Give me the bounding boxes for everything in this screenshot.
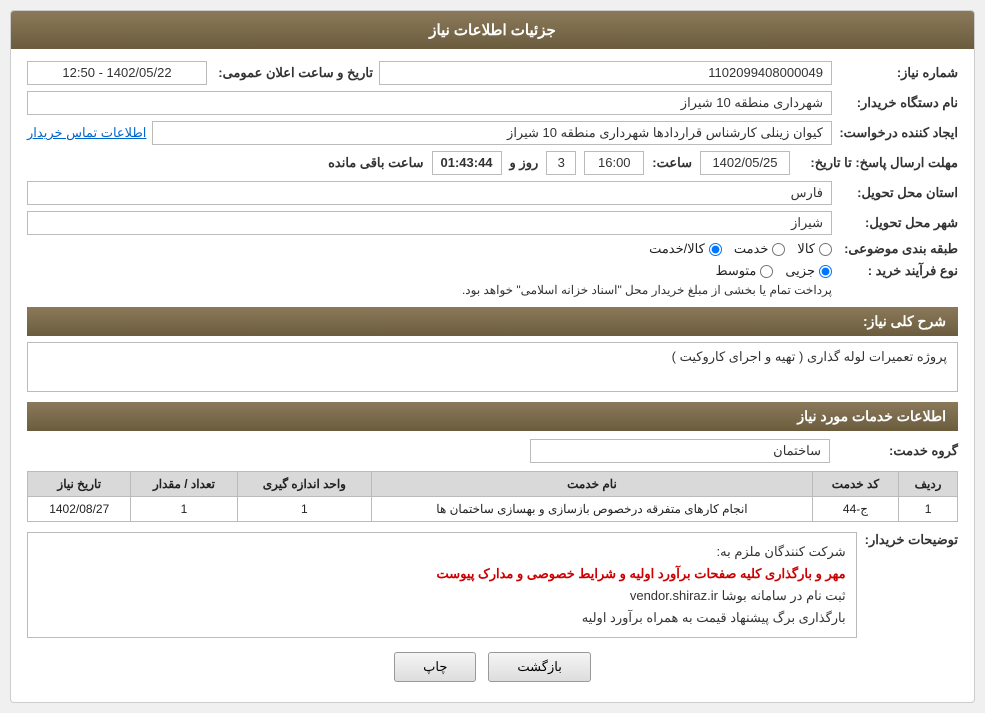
cell-nam: انجام کارهای متفرقه درخصوص بازسازی و بهس… bbox=[372, 497, 813, 522]
ijad-konande-label: ایجاد کننده درخواست: bbox=[838, 125, 958, 141]
ostan-value: فارس bbox=[27, 181, 832, 205]
tozihat-content: شرکت کنندگان ملزم به: مهر و بارگذاری کلی… bbox=[27, 532, 857, 638]
tozihat-label: توضیحات خریدار: bbox=[865, 532, 958, 548]
gorohe-khadamat-label: گروه خدمت: bbox=[838, 443, 958, 459]
mohlat-saat-label: ساعت: bbox=[652, 155, 692, 171]
tarikh-label: تاریخ و ساعت اعلان عمومی: bbox=[213, 65, 373, 81]
radio-jozi[interactable]: جزیی bbox=[785, 263, 832, 279]
col-tarikh: تاریخ نیاز bbox=[28, 472, 131, 497]
farayand-radio-group: جزیی متوسط bbox=[462, 263, 832, 279]
tozihat-line3: ثبت نام در سامانه بوشا vendor.shiraz.ir bbox=[630, 588, 846, 603]
tamas-kharidaar-link[interactable]: اطلاعات تماس خریدار bbox=[27, 125, 146, 141]
mohlat-saat: 16:00 bbox=[584, 151, 644, 175]
bazgasht-button[interactable]: بازگشت bbox=[488, 652, 590, 682]
radio-kala-khadamat[interactable]: کالا/خدمت bbox=[649, 241, 722, 257]
cell-vahed: 1 bbox=[237, 497, 372, 522]
gorohe-khadamat-value: ساختمان bbox=[530, 439, 830, 463]
col-tedad: تعداد / مقدار bbox=[131, 472, 237, 497]
tozihat-line2: مهر و بارگذاری کلیه صفحات برآورد اولیه و… bbox=[437, 566, 846, 581]
shomara-niaz-value: 1102099408000049 bbox=[379, 61, 832, 85]
farayand-note: پرداخت تمام یا بخشی از مبلغ خریدار محل "… bbox=[462, 283, 832, 297]
tabaqe-label: طبقه بندی موضوعی: bbox=[838, 241, 958, 257]
col-vahed: واحد اندازه گیری bbox=[237, 472, 372, 497]
col-kod: کد خدمت bbox=[812, 472, 898, 497]
nam-dastgah-value: شهرداری منطقه 10 شیراز bbox=[27, 91, 832, 115]
tozihat-line1: شرکت کنندگان ملزم به: bbox=[717, 544, 846, 559]
mohlat-roz: 3 bbox=[546, 151, 576, 175]
mohlat-countdown: 01:43:44 bbox=[432, 151, 502, 175]
shomara-niaz-label: شماره نیاز: bbox=[838, 65, 958, 81]
radio-khadamat[interactable]: خدمت bbox=[734, 241, 786, 257]
radio-kala[interactable]: کالا bbox=[797, 241, 832, 257]
col-radif: ردیف bbox=[899, 472, 958, 497]
chap-button[interactable]: چاپ bbox=[394, 652, 476, 682]
cell-tedad: 1 bbox=[131, 497, 237, 522]
ostan-label: استان محل تحویل: bbox=[838, 185, 958, 201]
cell-tarikh: 1402/08/27 bbox=[28, 497, 131, 522]
table-row: 1 ج-44 انجام کارهای متفرقه درخصوص بازساز… bbox=[28, 497, 958, 522]
ijad-konande-value: کیوان زینلی کارشناس قراردادها شهرداری من… bbox=[152, 121, 832, 145]
button-row: بازگشت چاپ bbox=[27, 652, 958, 690]
col-nam: نام خدمت bbox=[372, 472, 813, 497]
mohlat-countdown-label: ساعت باقی مانده bbox=[328, 155, 423, 171]
tarikh-value: 1402/05/22 - 12:50 bbox=[27, 61, 207, 85]
noye-farayand-label: نوع فرآیند خرید : bbox=[838, 263, 958, 279]
tabaqe-radio-group: کالا خدمت کالا/خدمت bbox=[649, 241, 832, 257]
mohlat-label: مهلت ارسال پاسخ: تا تاریخ: bbox=[798, 155, 958, 171]
shahr-label: شهر محل تحویل: bbox=[838, 215, 958, 231]
radio-motawaset[interactable]: متوسط bbox=[715, 263, 773, 279]
services-table: ردیف کد خدمت نام خدمت واحد اندازه گیری ت… bbox=[27, 471, 958, 522]
mohlat-date: 1402/05/25 bbox=[700, 151, 790, 175]
ettelaat-section-header: اطلاعات خدمات مورد نیاز bbox=[27, 402, 958, 431]
sharh-value: پروژه تعمیرات لوله گذاری ( تهیه و اجرای … bbox=[27, 342, 958, 392]
cell-kod: ج-44 bbox=[812, 497, 898, 522]
cell-radif: 1 bbox=[899, 497, 958, 522]
nam-dastgah-label: نام دستگاه خریدار: bbox=[838, 95, 958, 111]
sharh-section-header: شرح کلی نیاز: bbox=[27, 307, 958, 336]
page-title: جزئیات اطلاعات نیاز bbox=[11, 11, 974, 49]
shahr-value: شیراز bbox=[27, 211, 832, 235]
mohlat-roz-label: روز و bbox=[510, 155, 539, 171]
tozihat-line4: بارگذاری برگ پیشنهاد قیمت به همراه برآور… bbox=[582, 610, 846, 625]
